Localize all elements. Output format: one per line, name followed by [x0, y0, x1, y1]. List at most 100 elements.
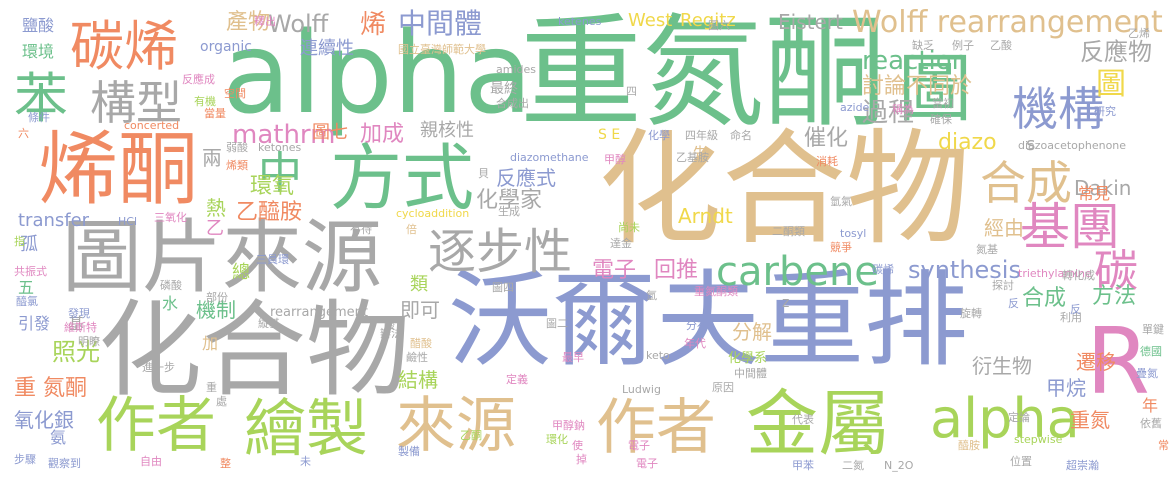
- word: 乙酮: [460, 429, 482, 442]
- word: 國立臺灣師範大學: [398, 43, 486, 56]
- word: 鹼性: [406, 351, 428, 364]
- word-cloud: alpha 重氮酮 圖 化合物 沃爾夫重排 化合物 圖片來源 烯酮 方式 碳烯 …: [0, 0, 1175, 482]
- word: 化學系: [728, 351, 768, 366]
- word: 掉: [576, 453, 587, 466]
- word: 重氮: [1070, 408, 1110, 432]
- word: 分布: [686, 319, 708, 332]
- word: 處: [216, 395, 227, 408]
- word: cycloaddition: [396, 207, 470, 220]
- word: 觀察到: [48, 457, 81, 470]
- word: Wolff rearrangement: [852, 5, 1163, 40]
- word: 作者: [96, 391, 216, 461]
- word: 氮基: [976, 243, 998, 256]
- word: 乙烯: [1128, 27, 1150, 40]
- word: 催化: [804, 126, 849, 151]
- word: 方式: [330, 136, 475, 220]
- word: 重 氮酮: [14, 376, 87, 401]
- word: 稱為: [892, 103, 914, 116]
- word: 電子: [592, 258, 637, 283]
- word: z: [782, 295, 790, 311]
- word: 命名: [730, 129, 752, 142]
- word: 貝: [478, 167, 489, 180]
- word: ketenes: [558, 15, 602, 28]
- word: 烯酮: [38, 123, 198, 216]
- word: 反應物: [1080, 38, 1152, 66]
- word: 水: [162, 294, 179, 313]
- word: 空間: [224, 87, 246, 100]
- word: 酸: [384, 319, 395, 332]
- word: 原因: [712, 381, 734, 394]
- word: 遷移: [1076, 350, 1116, 374]
- word: tosyl: [840, 227, 867, 240]
- word: 步驟: [14, 453, 36, 466]
- word: 研究: [1094, 105, 1116, 118]
- word: 常: [1158, 439, 1169, 452]
- word: 金屬: [746, 382, 891, 466]
- word: 方法: [1092, 284, 1137, 309]
- word: 年: [1142, 396, 1159, 415]
- word: 逐步性: [428, 224, 573, 280]
- word: diazomethane: [510, 151, 589, 164]
- word: 維斯特: [64, 321, 97, 334]
- word: 疊氮: [1136, 367, 1158, 380]
- word: HCl: [118, 215, 138, 228]
- word: 反應式: [496, 166, 556, 190]
- word: 衍生物: [972, 354, 1032, 378]
- word: 中間體: [734, 367, 767, 380]
- word: 化學: [648, 129, 670, 142]
- word: 烯類: [226, 159, 248, 172]
- word: 五: [18, 278, 35, 297]
- word: 醯氯: [16, 295, 38, 308]
- word: 三氧化: [154, 211, 187, 224]
- word: 圖七: [312, 122, 348, 143]
- word: ketones: [258, 141, 302, 154]
- word: 當量: [204, 107, 226, 120]
- word: 達金: [610, 237, 632, 250]
- word: 依舊: [1140, 417, 1162, 430]
- word: 氫: [646, 289, 657, 302]
- word: 德國: [1140, 345, 1162, 358]
- word: 氨: [50, 428, 67, 447]
- word: 六: [18, 127, 29, 140]
- word: 旋轉: [960, 307, 982, 320]
- word: 醯胺: [958, 439, 980, 452]
- word: 合成: [980, 156, 1072, 210]
- word: 回推: [654, 258, 699, 283]
- word: 縱基: [258, 317, 280, 330]
- word: amides: [496, 63, 536, 76]
- word: 條件: [28, 111, 50, 124]
- word: 反: [1008, 297, 1019, 310]
- word: West: [628, 10, 673, 31]
- word: 最早: [562, 351, 584, 364]
- word: 四: [626, 85, 637, 98]
- word: 常見: [1078, 184, 1111, 203]
- word: 環化: [546, 433, 568, 446]
- word: 機構: [1012, 82, 1104, 136]
- word: azide: [840, 101, 870, 114]
- word: 引發: [18, 314, 51, 333]
- word: 甲苯: [792, 459, 814, 472]
- word: 加: [202, 334, 219, 353]
- word: organic: [200, 39, 253, 55]
- word: 探討: [992, 279, 1014, 292]
- word: 連續性: [300, 38, 354, 59]
- word: 整: [220, 457, 231, 470]
- word: 熱: [206, 196, 226, 220]
- word: 討論不同於: [862, 74, 973, 99]
- word: 釋出: [254, 15, 276, 28]
- word: 總: [232, 262, 250, 283]
- word: 合成出: [496, 97, 529, 110]
- word: 三員環: [256, 253, 289, 266]
- word: keto: [646, 349, 670, 362]
- word: 指: [14, 235, 25, 248]
- word: stepwise: [1014, 433, 1063, 446]
- word: Wolff: [268, 10, 329, 38]
- word: 甲醇: [604, 153, 626, 166]
- word: 作者: [596, 393, 716, 463]
- word: concerted: [124, 119, 180, 132]
- word: 定論: [1008, 411, 1030, 424]
- word: 兩: [202, 146, 222, 170]
- word: 有機: [194, 95, 216, 108]
- word: 倍: [406, 223, 417, 236]
- word: 位置: [1010, 455, 1032, 468]
